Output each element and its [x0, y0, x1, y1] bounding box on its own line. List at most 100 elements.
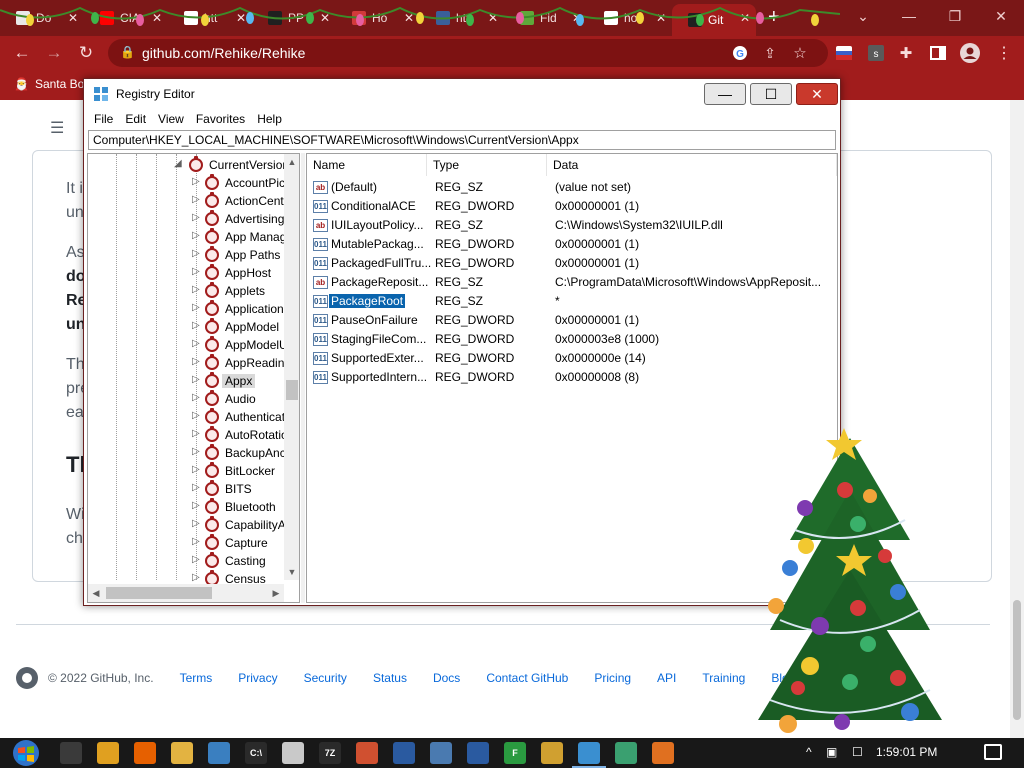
close-button[interactable]: ✕ — [796, 83, 838, 105]
start-button-icon[interactable] — [6, 739, 46, 767]
google-lens-icon[interactable]: G — [728, 41, 752, 65]
taskbar-app-book-icon[interactable] — [615, 742, 637, 764]
taskbar-chrome-icon[interactable] — [97, 742, 119, 764]
expand-arrow-icon[interactable]: ▷ — [192, 374, 200, 385]
menu-item[interactable]: File — [88, 112, 119, 126]
taskbar-command-prompt-icon[interactable]: C:\ — [245, 742, 267, 764]
tree-vertical-scrollbar[interactable]: ▲ ▼ — [284, 154, 299, 580]
tree-node[interactable]: ▷ Application — [88, 300, 288, 318]
footer-link[interactable]: Status — [373, 671, 407, 685]
column-header-type[interactable]: Type — [427, 154, 547, 176]
tree-node[interactable]: ▷ Applets — [88, 282, 288, 300]
notification-center-icon[interactable] — [984, 744, 1002, 760]
browser-tab[interactable]: htt ✕ — [420, 4, 504, 32]
expand-arrow-icon[interactable]: ▷ — [192, 554, 200, 565]
network-icon[interactable]: ☐ — [852, 745, 863, 759]
tab-search-icon[interactable]: ⌄ — [840, 0, 886, 32]
expand-arrow-icon[interactable]: ▷ — [192, 572, 200, 583]
browser-tab[interactable]: htt ✕ — [168, 4, 252, 32]
expand-arrow-icon[interactable]: ▷ — [192, 338, 200, 349]
footer-link[interactable]: Training — [702, 671, 745, 685]
tree-node[interactable]: ▷ Bluetooth — [88, 498, 288, 516]
taskbar-task-view-icon[interactable] — [60, 742, 82, 764]
profile-avatar-icon[interactable] — [958, 41, 982, 65]
taskbar-clock[interactable]: 1:59:01 PM — [876, 745, 937, 759]
tree-node[interactable]: ▷ AutoRotatio — [88, 426, 288, 444]
tab-close-icon[interactable]: ✕ — [656, 11, 666, 25]
column-header-data[interactable]: Data — [547, 154, 837, 176]
taskbar-app-green-icon[interactable]: F — [504, 742, 526, 764]
menu-item[interactable]: Favorites — [190, 112, 251, 126]
expand-arrow-icon[interactable]: ▷ — [192, 410, 200, 421]
taskbar-regedit-active-icon[interactable] — [572, 742, 606, 768]
tree-node[interactable]: ▷ AppReadin — [88, 354, 288, 372]
tree-scroll-thumb[interactable] — [286, 380, 298, 400]
taskbar-xampp-icon[interactable] — [652, 742, 674, 764]
bookmark-star-icon[interactable]: ☆ — [788, 41, 812, 65]
tree-node[interactable]: ▷ AppModel — [88, 318, 288, 336]
forward-icon[interactable]: → — [42, 41, 66, 65]
browser-tab[interactable]: Fid ✕ — [504, 4, 588, 32]
expand-arrow-icon[interactable]: ▷ — [192, 428, 200, 439]
taskbar-window-app-icon[interactable] — [430, 742, 452, 764]
scroll-left-icon[interactable]: ◀ — [88, 585, 104, 601]
tab-close-icon[interactable]: ✕ — [68, 11, 78, 25]
footer-link[interactable]: Terms — [180, 671, 213, 685]
taskbar-git-icon[interactable] — [356, 742, 378, 764]
expand-arrow-icon[interactable]: ▷ — [192, 302, 200, 313]
tree-node[interactable]: ▷ App Paths — [88, 246, 288, 264]
expand-arrow-icon[interactable]: ▷ — [192, 320, 200, 331]
page-scrollbar[interactable] — [1010, 100, 1024, 738]
tree-node[interactable]: ▷ AppModelU — [88, 336, 288, 354]
taskbar-package-icon[interactable] — [282, 742, 304, 764]
new-tab-button[interactable]: + — [768, 6, 780, 29]
taskbar-7zip-icon[interactable]: 7Z — [319, 742, 341, 764]
expand-arrow-icon[interactable]: ▷ — [192, 446, 200, 457]
scroll-right-icon[interactable]: ▶ — [268, 585, 284, 601]
pane-splitter[interactable] — [301, 153, 305, 603]
tray-overflow-icon[interactable]: ^ — [806, 745, 812, 759]
table-row[interactable]: 011 PackageRoot REG_SZ * — [307, 292, 837, 311]
menu-item[interactable]: Edit — [119, 112, 152, 126]
browser-tab[interactable]: Ho ✕ — [336, 4, 420, 32]
expand-arrow-icon[interactable]: ▷ — [192, 176, 200, 187]
footer-link[interactable]: Pricing — [594, 671, 631, 685]
extension-s-icon[interactable]: s — [864, 41, 888, 65]
expand-arrow-icon[interactable]: ▷ — [192, 464, 200, 475]
table-row[interactable]: 011 PackagedFullTru... REG_DWORD 0x00000001… — [307, 254, 837, 273]
chrome-menu-icon[interactable]: ⋮ — [992, 41, 1016, 65]
back-icon[interactable]: ← — [10, 41, 34, 65]
expand-arrow-icon[interactable]: ▷ — [192, 266, 200, 277]
tab-close-icon[interactable]: ✕ — [572, 11, 582, 25]
bookmark-item[interactable]: 🎅 Santa Bo — [14, 77, 84, 91]
expand-arrow-icon[interactable]: ▷ — [192, 284, 200, 295]
tree-node[interactable]: ▷ AccountPic — [88, 174, 288, 192]
taskbar-powershell-2-icon[interactable] — [467, 742, 489, 764]
tree-hscroll-thumb[interactable] — [106, 587, 212, 599]
browser-tab[interactable]: CIA ✕ — [84, 4, 168, 32]
address-bar[interactable]: 🔒 github.com/Rehike/Rehike — [108, 39, 828, 67]
scroll-down-icon[interactable]: ▼ — [284, 564, 299, 580]
expand-arrow-icon[interactable]: ▷ — [192, 356, 200, 367]
table-row[interactable]: 011 SupportedExter... REG_DWORD 0x0000000e … — [307, 349, 837, 368]
browser-close-button[interactable]: ✕ — [978, 0, 1024, 32]
taskbar-app-grid-icon[interactable] — [541, 742, 563, 764]
menu-item[interactable]: View — [152, 112, 190, 126]
footer-link[interactable]: Contact GitHub — [486, 671, 568, 685]
table-row[interactable]: 011 StagingFileCom... REG_DWORD 0x000003e8 … — [307, 330, 837, 349]
address-path-field[interactable]: Computer\HKEY_LOCAL_MACHINE\SOFTWARE\Mic… — [88, 130, 836, 150]
taskbar-file-explorer-icon[interactable] — [171, 742, 193, 764]
github-logo-icon[interactable] — [16, 667, 38, 689]
table-row[interactable]: 011 ConditionalACE REG_DWORD 0x00000001 (1) — [307, 197, 837, 216]
tree-node[interactable]: ▷ AppHost — [88, 264, 288, 282]
tree-node[interactable]: ▷ Capture — [88, 534, 288, 552]
table-row[interactable]: 011 MutablePackag... REG_DWORD 0x00000001 (… — [307, 235, 837, 254]
extensions-puzzle-icon[interactable]: ✚ — [894, 41, 918, 65]
taskbar-firefox-icon[interactable] — [134, 742, 156, 764]
expand-arrow-icon[interactable]: ▷ — [192, 230, 200, 241]
taskbar-powershell-icon[interactable] — [393, 742, 415, 764]
side-panel-icon[interactable] — [926, 41, 950, 65]
expand-arrow-icon[interactable]: ▷ — [192, 392, 200, 403]
expand-arrow-icon[interactable]: ▷ — [192, 518, 200, 529]
expand-arrow-icon[interactable]: ▷ — [192, 194, 200, 205]
